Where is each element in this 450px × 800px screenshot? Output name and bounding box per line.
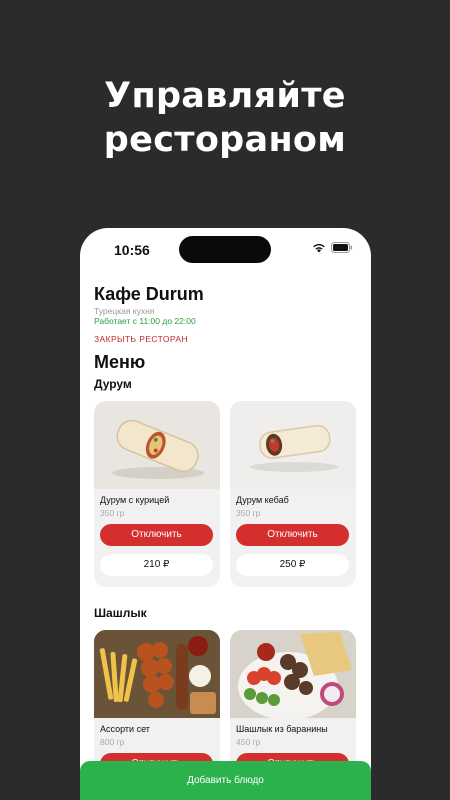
dish-price[interactable]: 210 ₽ <box>100 554 213 576</box>
phone-screen: 10:56 Кафе Durum Турецкая кухня Работает… <box>80 228 371 800</box>
close-restaurant-button[interactable]: ЗАКРЫТЬ РЕСТОРАН <box>94 334 188 344</box>
add-dish-button[interactable]: Добавить блюдо <box>80 761 371 800</box>
dish-name: Дурум кебаб <box>236 495 289 505</box>
promo-line-1: Управляйте <box>104 76 346 116</box>
restaurant-hours: Работает с 11:00 до 22:00 <box>94 316 196 326</box>
dish-weight: 450 гр <box>236 737 261 747</box>
disable-dish-button[interactable]: Отключить <box>236 524 349 546</box>
dish-name: Ассорти сет <box>100 724 150 734</box>
dynamic-island <box>179 236 271 263</box>
dish-photo <box>94 630 220 718</box>
dish-weight: 350 гр <box>236 508 261 518</box>
category-title: Дурум <box>94 377 132 391</box>
status-time: 10:56 <box>114 242 150 258</box>
restaurant-name: Кафе Durum <box>94 284 204 304</box>
dish-photo <box>94 401 220 489</box>
restaurant-cuisine: Турецкая кухня <box>94 306 155 316</box>
status-icons <box>312 242 353 253</box>
menu-title: Меню <box>94 352 146 372</box>
dish-photo <box>230 630 356 718</box>
dish-name: Шашлык из баранины <box>236 724 328 734</box>
dish-card[interactable]: Дурум кебаб 350 гр Отключить 250 ₽ <box>230 401 356 587</box>
promo-line-2: рестораном <box>103 120 347 160</box>
dish-weight: 350 гр <box>100 508 125 518</box>
disable-dish-button[interactable]: Отключить <box>100 524 213 546</box>
category-title: Шашлык <box>94 606 147 620</box>
battery-icon <box>331 242 353 253</box>
wifi-icon <box>312 242 326 253</box>
dish-weight: 800 гр <box>100 737 125 747</box>
dish-price[interactable]: 250 ₽ <box>236 554 349 576</box>
dish-card[interactable]: Дурум с курицей 350 гр Отключить 210 ₽ <box>94 401 220 587</box>
dish-photo <box>230 401 356 489</box>
dish-name: Дурум с курицей <box>100 495 170 505</box>
promo-headline: Управляйте рестораном <box>0 74 450 162</box>
